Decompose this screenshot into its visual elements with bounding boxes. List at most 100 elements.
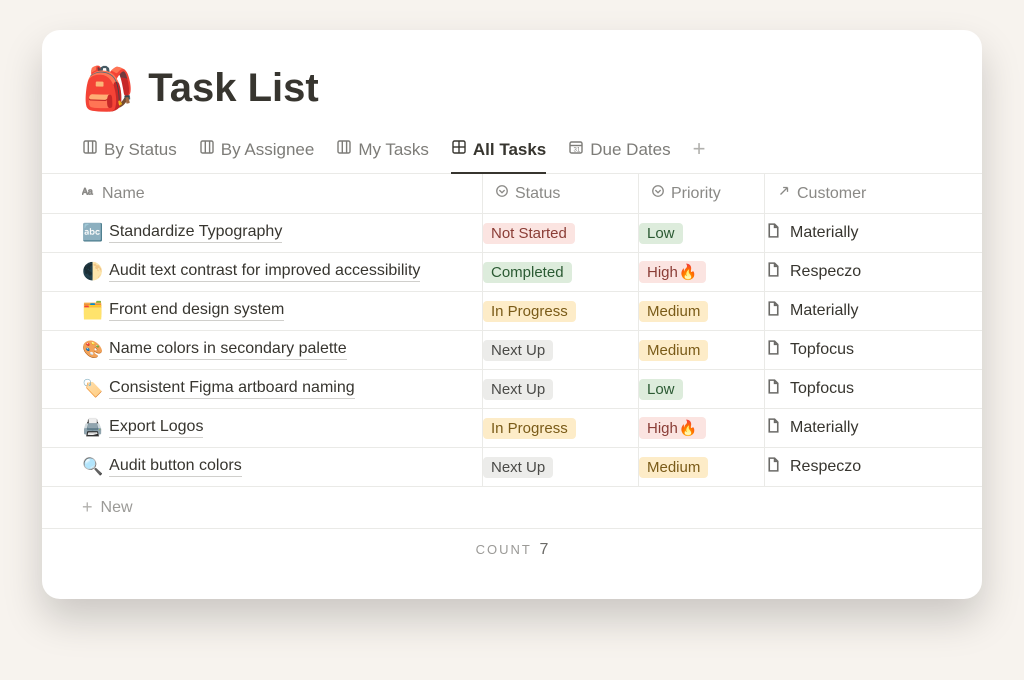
table-row[interactable]: 🔍Audit button colorsNext Up Medium Respecz… (42, 448, 982, 487)
count-value: 7 (539, 541, 548, 558)
svg-text:Aa: Aa (82, 187, 93, 197)
customer-name: Respeczo (790, 263, 861, 281)
cell-status[interactable]: Next Up (482, 448, 638, 486)
task-emoji-icon: 🗂️ (82, 301, 103, 321)
page-icon: 🎒 (82, 68, 134, 110)
cell-status[interactable]: Completed (482, 253, 638, 291)
table-row[interactable]: 🖨️Export LogosIn ProgressHigh🔥 Materially (42, 409, 982, 448)
cell-customer[interactable]: Respeczo (764, 253, 942, 291)
table-header: Aa Name Status Priority Customer (42, 174, 982, 214)
task-emoji-icon: 🏷️ (82, 379, 103, 399)
page-icon (765, 339, 782, 361)
task-title: Audit text contrast for improved accessi… (109, 262, 420, 282)
status-badge: Next Up (483, 379, 553, 400)
tab-by-status[interactable]: By Status (82, 129, 177, 174)
table-footer: COUNT 7 (42, 529, 982, 559)
task-emoji-icon: 🌓 (82, 262, 103, 282)
cell-name[interactable]: 🌓 Audit text contrast for improved access… (82, 253, 482, 291)
page-icon (765, 378, 782, 400)
task-list-card: 🎒 Task List By Status By Assignee My Tasks… (42, 30, 982, 599)
task-title: Front end design system (109, 301, 284, 321)
cell-name[interactable]: 🔤Standardize Typography (82, 214, 482, 252)
cell-status[interactable]: Not Started (482, 214, 638, 252)
priority-badge: Medium (639, 457, 708, 478)
column-name[interactable]: Aa Name (82, 174, 482, 213)
cell-priority[interactable]: Low (638, 370, 764, 408)
cell-customer[interactable]: Respeczo (764, 448, 942, 486)
cell-name[interactable]: 🏷️Consistent Figma artboard naming (82, 370, 482, 408)
table-row[interactable]: 🌓 Audit text contrast for improved access… (42, 253, 982, 292)
cell-status[interactable]: Next Up (482, 331, 638, 369)
task-title: Name colors in secondary palette (109, 340, 346, 360)
customer-name: Respeczo (790, 458, 861, 476)
select-property-icon (651, 184, 665, 203)
task-emoji-icon: 🎨 (82, 340, 103, 360)
cell-customer[interactable]: Materially (764, 214, 942, 252)
cell-customer[interactable]: Materially (764, 409, 942, 447)
board-icon (199, 139, 215, 160)
cell-name[interactable]: 🎨 Name colors in secondary palette (82, 331, 482, 369)
add-new-row[interactable]: + New (42, 487, 982, 529)
cell-priority[interactable]: Medium (638, 448, 764, 486)
view-tabs: By Status By Assignee My Tasks All Tasks 31D… (42, 129, 982, 174)
board-icon (336, 139, 352, 160)
add-view-button[interactable]: + (693, 130, 706, 172)
cell-name[interactable]: 🖨️Export Logos (82, 409, 482, 447)
cell-status[interactable]: In Progress (482, 292, 638, 330)
page-header: 🎒 Task List (42, 66, 982, 129)
relation-property-icon (777, 184, 791, 203)
tab-label: By Status (104, 140, 177, 160)
status-badge: Not Started (483, 223, 575, 244)
table-row[interactable]: 🎨 Name colors in secondary palette Next Up… (42, 331, 982, 370)
column-priority-label: Priority (671, 185, 721, 203)
cell-priority[interactable]: Low (638, 214, 764, 252)
status-badge: Next Up (483, 457, 553, 478)
customer-name: Topfocus (790, 341, 854, 359)
cell-customer[interactable]: Topfocus (764, 331, 942, 369)
text-property-icon: Aa (82, 184, 96, 203)
table-row[interactable]: 🗂️ Front end design system In Progress Medi… (42, 292, 982, 331)
tab-due-dates[interactable]: 31Due Dates (568, 129, 670, 174)
priority-badge: High🔥 (639, 261, 706, 283)
cell-priority[interactable]: High🔥 (638, 409, 764, 447)
cell-status[interactable]: Next Up (482, 370, 638, 408)
cell-customer[interactable]: Topfocus (764, 370, 942, 408)
column-customer-label: Customer (797, 185, 866, 203)
priority-badge: Medium (639, 340, 708, 361)
cell-name[interactable]: 🗂️ Front end design system (82, 292, 482, 330)
cell-customer[interactable]: Materially (764, 292, 942, 330)
tab-label: My Tasks (358, 140, 429, 160)
tab-my-tasks[interactable]: My Tasks (336, 129, 429, 174)
page-icon (765, 261, 782, 283)
svg-text:31: 31 (574, 148, 581, 154)
table-row[interactable]: 🏷️Consistent Figma artboard namingNext U… (42, 370, 982, 409)
column-status[interactable]: Status (482, 174, 638, 213)
customer-name: Topfocus (790, 380, 854, 398)
new-row-label: New (101, 499, 133, 517)
page-icon (765, 222, 782, 244)
table-body: 🔤Standardize TypographyNot Started Low Mat… (42, 214, 982, 487)
customer-name: Materially (790, 419, 858, 437)
tab-label: All Tasks (473, 140, 546, 160)
priority-badge: Low (639, 223, 683, 244)
cell-name[interactable]: 🔍Audit button colors (82, 448, 482, 486)
cell-priority[interactable]: Medium (638, 292, 764, 330)
customer-name: Materially (790, 302, 858, 320)
column-priority[interactable]: Priority (638, 174, 764, 213)
column-name-label: Name (102, 185, 145, 203)
cell-status[interactable]: In Progress (482, 409, 638, 447)
tab-all-tasks[interactable]: All Tasks (451, 129, 546, 174)
task-emoji-icon: 🔍 (82, 457, 103, 477)
task-emoji-icon: 🖨️ (82, 418, 103, 438)
table-row[interactable]: 🔤Standardize TypographyNot Started Low Mat… (42, 214, 982, 253)
column-customer[interactable]: Customer (764, 174, 942, 213)
priority-badge: Low (639, 379, 683, 400)
status-badge: In Progress (483, 301, 576, 322)
cell-priority[interactable]: High🔥 (638, 253, 764, 291)
fire-icon: 🔥 (679, 264, 698, 281)
calendar-icon: 31 (568, 139, 584, 160)
cell-priority[interactable]: Medium (638, 331, 764, 369)
tab-by-assignee[interactable]: By Assignee (199, 129, 315, 174)
count-label: COUNT (476, 542, 532, 557)
select-property-icon (495, 184, 509, 203)
